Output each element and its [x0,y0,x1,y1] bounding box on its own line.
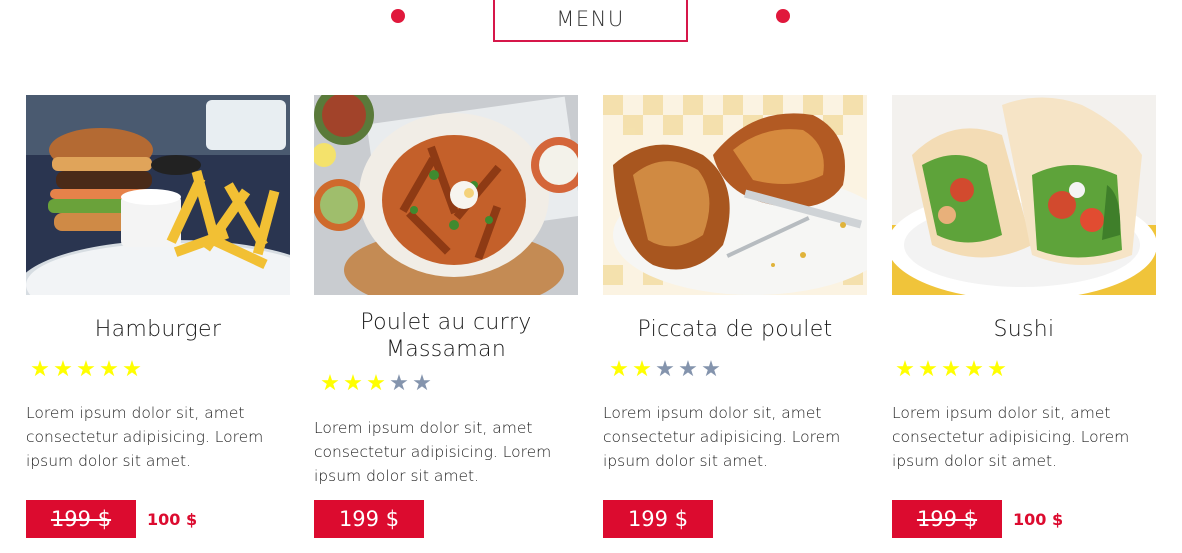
menu-title-box: MENU [493,0,688,42]
price: 199 $ [338,507,400,531]
price-row: 199 $ [603,500,713,538]
sale-price: 100 $ [1013,509,1064,529]
star-icon: ★ [76,357,96,382]
star-icon: ★ [632,357,652,382]
star-icon: ★ [343,371,363,396]
old-price: 199 $ [50,507,112,531]
star-icon: ★ [918,357,938,382]
menu-card-hamburger[interactable]: Hamburger ★ ★ ★ ★ ★ Lorem ipsum dolor si… [26,95,290,538]
dish-name: Piccata de poulet [637,317,833,342]
star-icon: ★ [987,357,1007,382]
dish-name: Hamburger [94,317,222,342]
price-row: 199 $ [314,500,424,538]
price-row: 199 $ 100 $ [26,500,197,538]
decor-dot-left [391,9,405,23]
roast-chicken-photo[interactable] [603,95,867,295]
menu-card-sushi[interactable]: Sushi ★ ★ ★ ★ ★ Lorem ipsum dolor sit, a… [892,95,1156,538]
dish-description: Lorem ipsum dolor sit, amet consectetur … [26,404,264,470]
star-icon: ★ [895,357,915,382]
star-icon: ★ [964,357,984,382]
decor-dot-right [776,9,790,23]
menu-card-curry[interactable]: Poulet au curry Massaman ★ ★ ★ ★ ★ Lorem… [314,95,578,538]
hamburger-photo[interactable] [26,95,290,295]
menu-title: MENU [556,7,625,31]
rating-stars: ★ ★ ★ ★ ★ [894,359,1156,381]
star-icon: ★ [99,357,119,382]
star-icon: ★ [678,357,698,382]
star-icon: ★ [366,371,386,396]
wrap-photo[interactable] [892,95,1156,295]
dish-description: Lorem ipsum dolor sit, amet consectetur … [603,404,841,470]
price-button[interactable]: 199 $ [26,500,136,538]
old-price: 199 $ [916,507,978,531]
menu-header: MENU [0,0,1182,42]
price: 199 $ [627,507,689,531]
star-icon: ★ [389,371,409,396]
star-icon: ★ [53,357,73,382]
star-icon: ★ [609,357,629,382]
price-button[interactable]: 199 $ [603,500,713,538]
dish-description: Lorem ipsum dolor sit, amet consectetur … [314,419,552,485]
dish-description: Lorem ipsum dolor sit, amet consectetur … [892,404,1130,470]
dish-name: Sushi [993,317,1055,342]
menu-card-piccata[interactable]: Piccata de poulet ★ ★ ★ ★ ★ Lorem ipsum … [603,95,867,538]
price-button[interactable]: 199 $ [314,500,424,538]
price-row: 199 $ 100 $ [892,500,1063,538]
star-icon: ★ [412,371,432,396]
star-icon: ★ [701,357,721,382]
rating-stars: ★ ★ ★ ★ ★ [319,373,578,395]
star-icon: ★ [655,357,675,382]
star-icon: ★ [122,357,142,382]
star-icon: ★ [30,357,50,382]
star-icon: ★ [941,357,961,382]
curry-photo[interactable] [314,95,578,295]
price-button[interactable]: 199 $ [892,500,1002,538]
sale-price: 100 $ [147,509,198,529]
rating-stars: ★ ★ ★ ★ ★ [29,359,290,381]
star-icon: ★ [320,371,340,396]
rating-stars: ★ ★ ★ ★ ★ [608,359,867,381]
dish-name: Poulet au curry Massaman [360,310,532,362]
